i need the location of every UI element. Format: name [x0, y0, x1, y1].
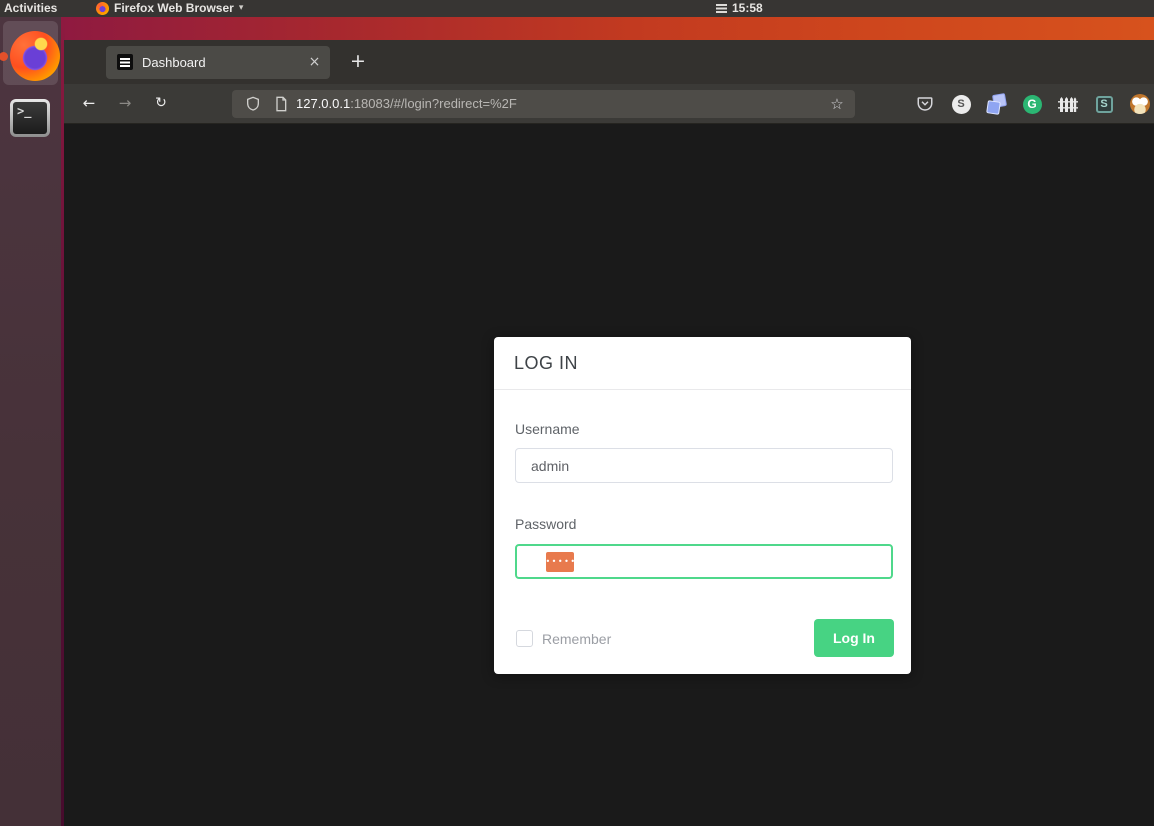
login-card-title: LOG IN	[514, 353, 579, 373]
login-button[interactable]: Log In	[814, 619, 894, 657]
bookmark-star-icon[interactable]: ☆	[826, 93, 848, 115]
clock[interactable]: 15:58	[716, 1, 763, 16]
tab-dashboard[interactable]: Dashboard ×	[106, 46, 330, 79]
grammarly-icon[interactable]: G	[1018, 90, 1046, 118]
password-label: Password	[515, 516, 577, 532]
forward-button[interactable]: →	[112, 91, 138, 117]
remember-checkbox[interactable]	[516, 630, 533, 647]
pocket-icon[interactable]	[911, 90, 939, 118]
page-info-icon[interactable]	[273, 96, 289, 112]
navigation-toolbar: ← → ↻ 127.0.0.1:18083/#/login?redirect=%…	[64, 84, 1154, 124]
activities-button[interactable]: Activities	[0, 1, 61, 16]
privacy-badger-icon[interactable]	[1126, 90, 1154, 118]
stylus-icon[interactable]: S	[1090, 90, 1118, 118]
username-input[interactable]	[515, 448, 893, 483]
running-indicator-dot	[0, 52, 8, 61]
firefox-window: Dashboard × + ← → ↻ 127.0.0.1:18083/#/lo…	[64, 40, 1154, 826]
tab-bar: Dashboard × +	[64, 40, 1154, 84]
remember-label: Remember	[542, 631, 612, 647]
firefox-icon	[10, 31, 60, 81]
firefox-mini-icon	[96, 2, 109, 15]
terminal-icon: >_	[13, 102, 47, 134]
url-text: 127.0.0.1:18083/#/login?redirect=%2F	[296, 96, 517, 111]
username-label: Username	[515, 421, 580, 437]
dock-item-terminal[interactable]: >_	[10, 99, 50, 137]
tab-title: Dashboard	[142, 55, 206, 70]
url-bar[interactable]: 127.0.0.1:18083/#/login?redirect=%2F ☆	[232, 90, 855, 118]
fence-extension-icon[interactable]	[1054, 90, 1082, 118]
tracking-protection-shield-icon[interactable]	[245, 96, 261, 112]
dock-item-firefox[interactable]	[0, 21, 60, 85]
new-tab-button[interactable]: +	[344, 48, 372, 76]
url-path: :18083/#/login?redirect=%2F	[350, 96, 517, 111]
dashboard-favicon-icon	[117, 54, 133, 70]
tab-close-button[interactable]: ×	[305, 53, 324, 72]
weekday-wed-icon	[716, 4, 727, 13]
app-menu-button[interactable]: Firefox Web Browser ▾	[96, 1, 243, 16]
app-menu-label: Firefox Web Browser	[114, 1, 234, 15]
dock: >_	[0, 17, 61, 826]
url-host: 127.0.0.1	[296, 96, 351, 111]
chevron-down-icon: ▾	[238, 3, 244, 13]
password-input[interactable]: •••••	[515, 544, 893, 579]
clock-time: 15:58	[732, 1, 763, 15]
desktop-wallpaper-band	[64, 17, 1154, 40]
back-button[interactable]: ←	[76, 91, 102, 117]
gnome-top-bar: Activities Firefox Web Browser ▾ 15:58	[0, 0, 1154, 17]
password-selected-text: •••••	[545, 551, 575, 572]
page-content: LOG IN Username Password ••••• Remember …	[64, 124, 1154, 826]
pages-extension-icon[interactable]	[982, 90, 1010, 118]
divider	[494, 389, 911, 390]
s-extension-icon[interactable]: S	[947, 90, 975, 118]
reload-button[interactable]: ↻	[148, 91, 174, 117]
login-card: LOG IN Username Password ••••• Remember …	[494, 337, 911, 674]
